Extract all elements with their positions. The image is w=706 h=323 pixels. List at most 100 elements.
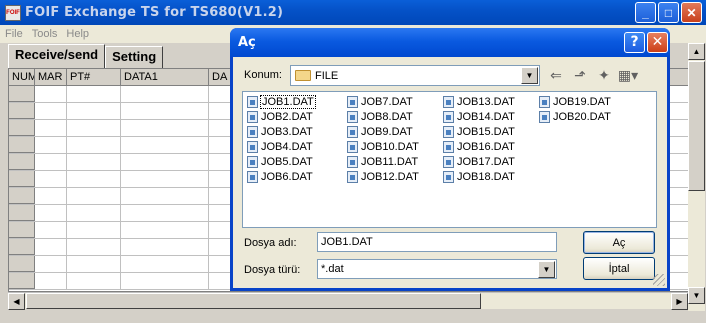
table-cell[interactable] <box>67 273 121 289</box>
table-cell[interactable] <box>67 137 121 153</box>
menu-tools[interactable]: Tools <box>32 28 58 40</box>
table-cell[interactable] <box>121 120 209 136</box>
chevron-down-icon[interactable]: ▼ <box>521 67 538 84</box>
cancel-button[interactable]: İptal <box>583 257 655 280</box>
back-arrow-icon[interactable]: ⇐ <box>547 66 565 84</box>
table-cell[interactable] <box>121 205 209 221</box>
file-list[interactable]: JOB1.DAT JOB2.DAT JOB3.DAT JOB4.DAT JOB5.DAT… <box>242 91 657 228</box>
table-cell[interactable] <box>121 273 209 289</box>
column-header-mar[interactable]: MAR <box>35 69 67 85</box>
new-folder-icon[interactable]: ✦ <box>595 66 613 84</box>
table-cell[interactable] <box>121 103 209 119</box>
file-item[interactable]: JOB1.DAT <box>247 95 316 109</box>
file-item[interactable]: JOB18.DAT <box>443 170 516 184</box>
row-header-cell[interactable] <box>9 188 35 204</box>
table-cell[interactable] <box>121 86 209 102</box>
scroll-left-arrow-icon[interactable]: ◀ <box>8 293 25 310</box>
file-item[interactable]: JOB7.DAT <box>347 95 414 109</box>
table-cell[interactable] <box>67 120 121 136</box>
row-header-cell[interactable] <box>9 256 35 272</box>
scroll-up-arrow-icon[interactable]: ▲ <box>688 43 705 60</box>
minimize-button[interactable]: _ <box>635 2 656 23</box>
menu-file[interactable]: File <box>5 28 23 40</box>
file-type-dropdown[interactable]: *.dat ▼ <box>317 259 557 279</box>
table-cell[interactable] <box>67 188 121 204</box>
file-item[interactable]: JOB13.DAT <box>443 95 516 109</box>
table-cell[interactable] <box>121 154 209 170</box>
row-header-cell[interactable] <box>9 205 35 221</box>
menu-help[interactable]: Help <box>66 28 89 40</box>
row-header-cell[interactable] <box>9 239 35 255</box>
tab-setting[interactable]: Setting <box>105 46 164 68</box>
file-item[interactable]: JOB9.DAT <box>347 125 414 139</box>
table-cell[interactable] <box>121 171 209 187</box>
row-header-cell[interactable] <box>9 137 35 153</box>
column-header-data1[interactable]: DATA1 <box>121 69 209 85</box>
table-cell[interactable] <box>121 256 209 272</box>
file-item[interactable]: JOB10.DAT <box>347 140 420 154</box>
file-item[interactable]: JOB17.DAT <box>443 155 516 169</box>
table-cell[interactable] <box>67 205 121 221</box>
table-cell[interactable] <box>35 256 67 272</box>
table-cell[interactable] <box>35 239 67 255</box>
table-cell[interactable] <box>67 222 121 238</box>
column-header-num[interactable]: NUM <box>9 69 35 85</box>
row-header-cell[interactable] <box>9 120 35 136</box>
table-cell[interactable] <box>67 103 121 119</box>
file-item[interactable]: JOB20.DAT <box>539 110 612 124</box>
open-button[interactable]: Aç <box>583 231 655 254</box>
table-cell[interactable] <box>35 137 67 153</box>
table-cell[interactable] <box>121 188 209 204</box>
file-name-input[interactable]: JOB1.DAT <box>317 232 557 252</box>
maximize-button[interactable]: □ <box>658 2 679 23</box>
scroll-right-arrow-icon[interactable]: ▶ <box>671 293 688 310</box>
table-cell[interactable] <box>35 86 67 102</box>
table-cell[interactable] <box>67 86 121 102</box>
table-cell[interactable] <box>35 120 67 136</box>
tab-receive-send[interactable]: Receive/send <box>8 44 106 68</box>
up-folder-icon[interactable]: ⬏ <box>571 66 589 84</box>
table-cell[interactable] <box>121 222 209 238</box>
vertical-scrollbar[interactable]: ▲ ▼ <box>688 43 705 311</box>
row-header-cell[interactable] <box>9 154 35 170</box>
table-cell[interactable] <box>35 103 67 119</box>
row-header-cell[interactable] <box>9 222 35 238</box>
vertical-scroll-thumb[interactable] <box>688 61 705 191</box>
file-item[interactable]: JOB3.DAT <box>247 125 314 139</box>
table-cell[interactable] <box>67 239 121 255</box>
view-menu-icon[interactable]: ▦▾ <box>618 66 638 84</box>
table-cell[interactable] <box>35 171 67 187</box>
resize-grip-icon[interactable] <box>653 274 665 286</box>
file-item[interactable]: JOB8.DAT <box>347 110 414 124</box>
row-header-cell[interactable] <box>9 103 35 119</box>
row-header-cell[interactable] <box>9 171 35 187</box>
row-header-cell[interactable] <box>9 86 35 102</box>
file-item[interactable]: JOB4.DAT <box>247 140 314 154</box>
table-cell[interactable] <box>35 188 67 204</box>
table-cell[interactable] <box>67 256 121 272</box>
chevron-down-icon[interactable]: ▼ <box>538 261 555 278</box>
table-cell[interactable] <box>35 222 67 238</box>
file-item[interactable]: JOB15.DAT <box>443 125 516 139</box>
table-cell[interactable] <box>121 239 209 255</box>
file-item[interactable]: JOB5.DAT <box>247 155 314 169</box>
scroll-down-arrow-icon[interactable]: ▼ <box>688 287 705 304</box>
horizontal-scroll-thumb[interactable] <box>26 293 481 309</box>
look-in-dropdown[interactable]: FILE ▼ <box>290 65 540 86</box>
file-item[interactable]: JOB19.DAT <box>539 95 612 109</box>
close-button[interactable]: ✕ <box>681 2 702 23</box>
table-cell[interactable] <box>35 154 67 170</box>
table-cell[interactable] <box>35 205 67 221</box>
file-item[interactable]: JOB14.DAT <box>443 110 516 124</box>
column-header-pt[interactable]: PT# <box>67 69 121 85</box>
help-button[interactable]: ? <box>624 32 645 53</box>
table-cell[interactable] <box>121 137 209 153</box>
file-item[interactable]: JOB6.DAT <box>247 170 314 184</box>
dialog-close-button[interactable]: ✕ <box>647 32 668 53</box>
row-header-cell[interactable] <box>9 273 35 289</box>
file-item[interactable]: JOB16.DAT <box>443 140 516 154</box>
file-item[interactable]: JOB12.DAT <box>347 170 420 184</box>
table-cell[interactable] <box>35 273 67 289</box>
table-cell[interactable] <box>67 154 121 170</box>
file-item[interactable]: JOB11.DAT <box>347 155 419 169</box>
